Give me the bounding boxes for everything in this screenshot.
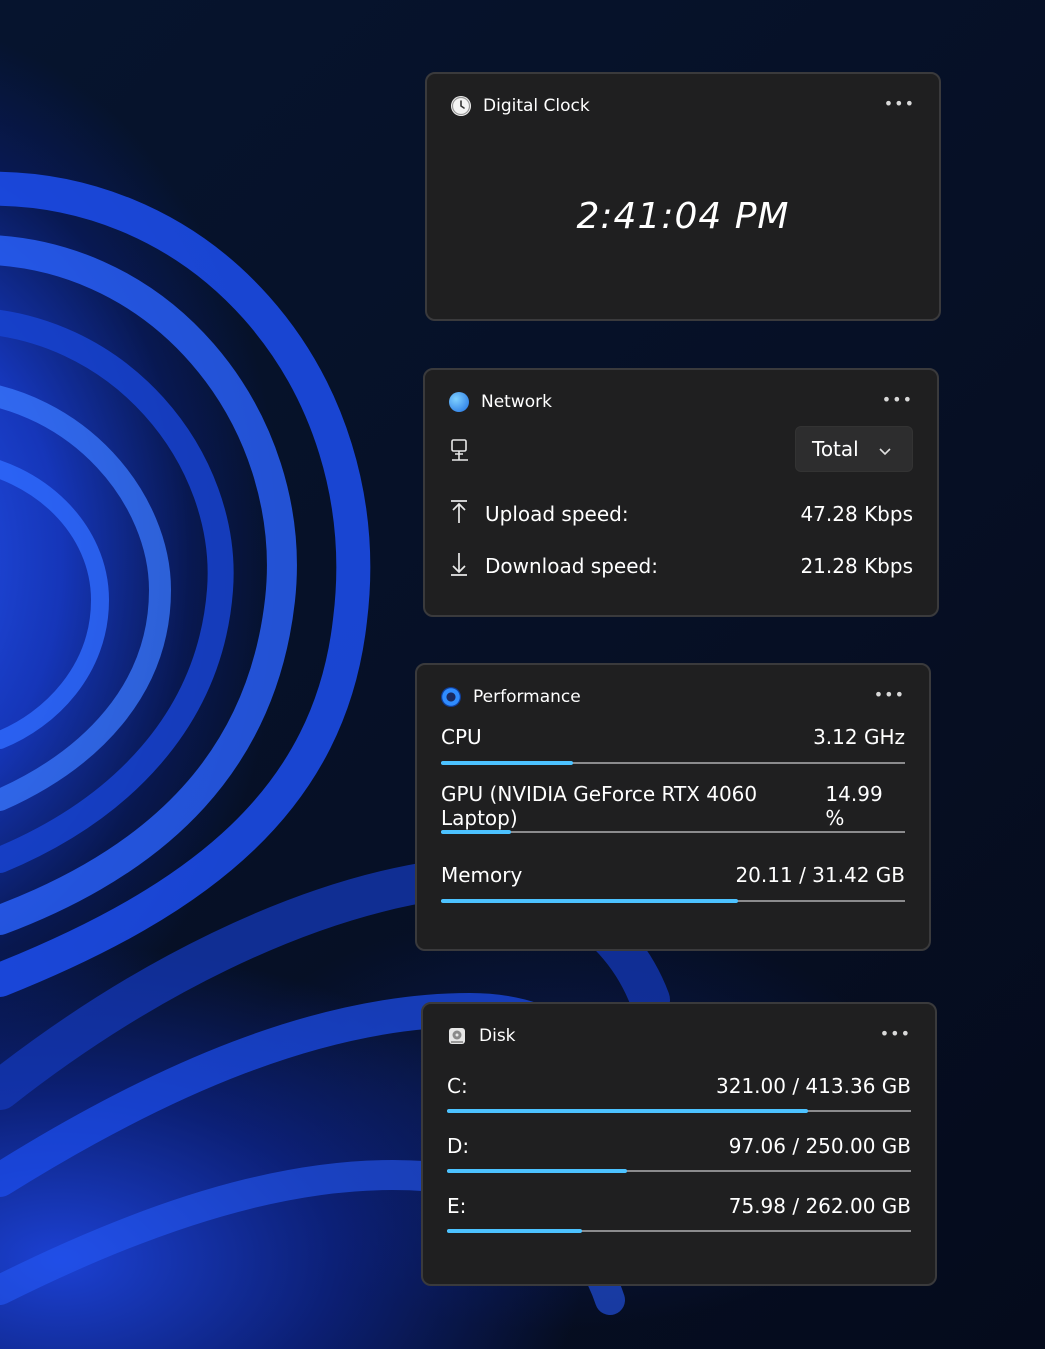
disk-c-label: C:: [447, 1074, 468, 1098]
disk-e-usage-fill: [447, 1229, 582, 1233]
widget-title: Network: [481, 392, 552, 412]
more-options-button[interactable]: •••: [884, 94, 915, 113]
widget-title: Disk: [479, 1026, 516, 1046]
network-widget: Network ••• Total Upload speed: 47.28 Kb…: [423, 368, 939, 617]
widget-header: Digital Clock •••: [451, 92, 915, 120]
cpu-row: CPU 3.12 GHz: [441, 723, 905, 751]
cpu-label: CPU: [441, 725, 482, 749]
widget-header: Network •••: [449, 388, 913, 416]
cpu-usage-fill: [441, 761, 574, 765]
widget-title: Performance: [473, 687, 581, 707]
network-adapter-dropdown[interactable]: Total: [795, 426, 913, 472]
disk-e-usage-bar: [447, 1229, 911, 1233]
upload-speed-row: Upload speed: 47.28 Kbps: [449, 499, 913, 530]
disk-e-label: E:: [447, 1194, 467, 1218]
widget-header: Disk •••: [447, 1022, 911, 1050]
download-speed-value: 21.28 Kbps: [800, 554, 913, 578]
upload-speed-label: Upload speed:: [485, 502, 629, 526]
gpu-row: GPU (NVIDIA GeForce RTX 4060 Laptop) 14.…: [441, 782, 905, 830]
disk-widget: Disk ••• C: 321.00 / 413.36 GB D: 97.06 …: [421, 1002, 937, 1286]
widget-title: Digital Clock: [483, 96, 590, 116]
memory-label: Memory: [441, 863, 523, 887]
upload-speed-value: 47.28 Kbps: [800, 502, 913, 526]
disk-e-row: E: 75.98 / 262.00 GB: [447, 1192, 911, 1220]
gpu-value: 14.99 %: [825, 782, 883, 830]
download-arrow-icon: [449, 551, 475, 582]
disk-d-label: D:: [447, 1134, 470, 1158]
memory-row: Memory 20.11 / 31.42 GB: [441, 861, 905, 889]
cpu-usage-bar: [441, 761, 905, 765]
network-globe-icon: [449, 392, 469, 412]
gpu-usage-fill: [441, 830, 511, 834]
more-options-button[interactable]: •••: [882, 390, 913, 409]
disk-d-value: 97.06 / 250.00 GB: [728, 1134, 911, 1158]
more-options-button[interactable]: •••: [880, 1024, 911, 1043]
download-speed-label: Download speed:: [485, 554, 658, 578]
disk-c-row: C: 321.00 / 413.36 GB: [447, 1072, 911, 1100]
disk-d-row: D: 97.06 / 250.00 GB: [447, 1132, 911, 1160]
disk-c-usage-fill: [447, 1109, 808, 1113]
computer-network-icon: [449, 438, 473, 468]
dropdown-selected-value: Total: [812, 437, 859, 461]
clock-icon: [451, 96, 471, 116]
disk-drive-icon: [447, 1026, 467, 1046]
more-options-button[interactable]: •••: [874, 685, 905, 704]
cpu-value: 3.12 GHz: [813, 725, 905, 749]
disk-c-usage-bar: [447, 1109, 911, 1113]
gpu-usage-bar: [441, 830, 905, 834]
disk-e-value: 75.98 / 262.00 GB: [728, 1194, 911, 1218]
chevron-down-icon: [878, 439, 892, 463]
memory-value: 20.11 / 31.42 GB: [735, 863, 905, 887]
upload-arrow-icon: [449, 499, 475, 530]
memory-usage-bar: [441, 899, 905, 903]
disk-c-value: 321.00 / 413.36 GB: [716, 1074, 911, 1098]
digital-clock-widget: Digital Clock ••• 2:41:04 PM: [425, 72, 941, 321]
widget-header: Performance •••: [441, 683, 905, 711]
disk-d-usage-fill: [447, 1169, 628, 1173]
performance-gauge-icon: [441, 687, 461, 707]
download-speed-row: Download speed: 21.28 Kbps: [449, 552, 913, 580]
performance-widget: Performance ••• CPU 3.12 GHz GPU (NVIDIA…: [415, 663, 931, 951]
disk-d-usage-bar: [447, 1169, 911, 1173]
gpu-label: GPU (NVIDIA GeForce RTX 4060 Laptop): [441, 782, 758, 830]
memory-usage-fill: [441, 899, 738, 903]
clock-time-display: 2:41:04 PM: [576, 196, 790, 237]
